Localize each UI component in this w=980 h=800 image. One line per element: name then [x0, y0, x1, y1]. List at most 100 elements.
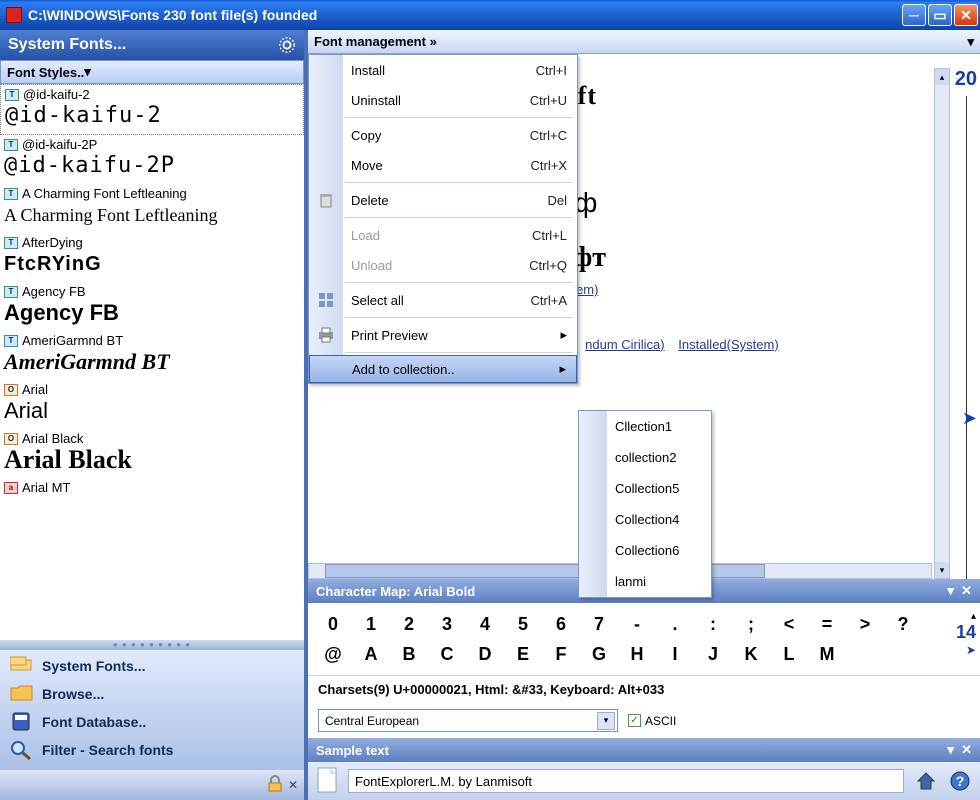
char-cell[interactable]: > — [846, 609, 884, 639]
char-cell[interactable]: < — [770, 609, 808, 639]
maximize-button[interactable]: ▭ — [928, 4, 952, 26]
char-cell[interactable]: 7 — [580, 609, 618, 639]
charmap-size-value: 14 — [948, 622, 976, 643]
char-cell[interactable]: . — [656, 609, 694, 639]
sidebar-header: System Fonts... — [0, 30, 304, 60]
ruler-marker-icon[interactable]: ➤ — [962, 408, 977, 429]
char-cell[interactable]: 5 — [504, 609, 542, 639]
collection-item[interactable]: Collection6 — [579, 535, 711, 566]
vertical-scrollbar[interactable]: ▴ ▾ — [934, 68, 950, 579]
collection-item[interactable]: Collection4 — [579, 504, 711, 535]
char-cell[interactable]: : — [694, 609, 732, 639]
font-item[interactable]: aArial MT — [0, 478, 304, 496]
ascii-checkbox[interactable]: ✓ ASCII — [628, 714, 676, 728]
scroll-up-icon[interactable]: ▴ — [935, 69, 949, 85]
close-panel-icon[interactable]: ✕ — [961, 583, 972, 599]
char-cell[interactable]: B — [390, 639, 428, 669]
char-cell[interactable]: A — [352, 639, 390, 669]
collection-item[interactable]: lanmi — [579, 566, 711, 597]
chevron-down-icon[interactable]: ▾ — [947, 742, 954, 758]
menu-item-select-all[interactable]: Select allCtrl+A — [309, 285, 577, 315]
char-info-text: Charsets(9) U+00000021, Html: &#33, Keyb… — [318, 682, 664, 697]
close-panel-icon[interactable]: ✕ — [288, 778, 298, 792]
nav-font-database[interactable]: Font Database.. — [0, 708, 304, 736]
gear-icon[interactable] — [278, 36, 296, 54]
char-cell[interactable]: 6 — [542, 609, 580, 639]
close-button[interactable]: ✕ — [954, 4, 978, 26]
home-icon[interactable] — [914, 769, 938, 793]
char-cell[interactable]: @ — [314, 639, 352, 669]
collection-item[interactable]: collection2 — [579, 442, 711, 473]
chevron-down-icon: ▾ — [597, 712, 615, 730]
font-item[interactable]: T@id-kaifu-2 @id-kaifu-2 — [0, 84, 304, 135]
menu-item-copy[interactable]: CopyCtrl+C — [309, 120, 577, 150]
collection-item[interactable]: Collection5 — [579, 473, 711, 504]
character-map[interactable]: ▴ 14 ➤ 01234567-.:;<=>? @ABCDEFGHIJKLM — [308, 603, 980, 675]
font-item[interactable]: TA Charming Font Leftleaning A Charming … — [0, 184, 304, 233]
chevron-down-icon[interactable]: ▾ — [947, 583, 954, 599]
minimize-button[interactable]: ─ — [902, 4, 926, 26]
font-item[interactable]: TAgency FB Agency FB — [0, 282, 304, 331]
collection-item[interactable]: Cllection1 — [579, 411, 711, 442]
char-cell[interactable]: M — [808, 639, 846, 669]
char-cell[interactable]: 1 — [352, 609, 390, 639]
menu-item-move[interactable]: MoveCtrl+X — [309, 150, 577, 180]
sidebar: System Fonts... Font Styles.. ▾ T@id-kai… — [0, 30, 308, 800]
font-list[interactable]: T@id-kaifu-2 @id-kaifu-2 T@id-kaifu-2P @… — [0, 84, 304, 640]
char-cell[interactable]: 3 — [428, 609, 466, 639]
font-item[interactable]: TAmeriGarmnd BT AmeriGarmnd BT — [0, 331, 304, 380]
nav-separator[interactable]: ● ● ● ● ● ● ● ● ● — [0, 640, 304, 650]
nav-system-fonts[interactable]: System Fonts... — [0, 652, 304, 680]
font-item[interactable]: TAfterDying FtcRYinG — [0, 233, 304, 282]
help-icon[interactable]: ? — [948, 769, 972, 793]
char-cell[interactable]: 0 — [314, 609, 352, 639]
truetype-icon: T — [4, 139, 18, 151]
menu-item-load[interactable]: LoadCtrl+L — [309, 220, 577, 250]
window-titlebar: C:\WINDOWS\Fonts 230 font file(s) founde… — [0, 0, 980, 30]
char-cell[interactable]: 4 — [466, 609, 504, 639]
chevron-down-icon: ▾ — [84, 64, 91, 80]
menu-item-print-preview[interactable]: Print Preview▸ — [309, 320, 577, 350]
char-cell[interactable]: D — [466, 639, 504, 669]
char-cell[interactable]: 2 — [390, 609, 428, 639]
char-cell[interactable]: = — [808, 609, 846, 639]
size-ruler[interactable]: 20 ➤ — [955, 68, 977, 579]
char-cell[interactable]: F — [542, 639, 580, 669]
char-cell[interactable]: G — [580, 639, 618, 669]
font-item[interactable]: OArial Arial — [0, 380, 304, 429]
menubar[interactable]: Font management » ▾ — [308, 30, 980, 54]
font-styles-dropdown[interactable]: Font Styles.. ▾ — [0, 60, 304, 84]
char-cell[interactable]: ; — [732, 609, 770, 639]
charset-combo[interactable]: Central European ▾ — [318, 709, 618, 732]
menu-item-uninstall[interactable]: UninstallCtrl+U — [309, 85, 577, 115]
font-management-menu: InstallCtrl+IUninstallCtrl+U CopyCtrl+CMo… — [308, 54, 578, 384]
char-cell[interactable]: J — [694, 639, 732, 669]
nav-label: Filter - Search fonts — [42, 742, 173, 758]
char-cell[interactable]: ? — [884, 609, 922, 639]
font-item[interactable]: T@id-kaifu-2P @id-kaifu-2P — [0, 135, 304, 184]
document-icon — [316, 767, 338, 796]
char-cell[interactable]: K — [732, 639, 770, 669]
char-cell[interactable]: H — [618, 639, 656, 669]
char-cell[interactable]: L — [770, 639, 808, 669]
char-cell[interactable]: - — [618, 609, 656, 639]
close-panel-icon[interactable]: ✕ — [961, 742, 972, 758]
menu-item-install[interactable]: InstallCtrl+I — [309, 55, 577, 85]
install-status-link[interactable]: Installed(System) — [678, 337, 778, 352]
char-cell[interactable]: C — [428, 639, 466, 669]
font-type-link[interactable]: ndum Cirilica) — [585, 337, 664, 352]
char-cell[interactable]: I — [656, 639, 694, 669]
menu-item-delete[interactable]: DeleteDel — [309, 185, 577, 215]
menu-item-unload[interactable]: UnloadCtrl+Q — [309, 250, 577, 280]
font-item[interactable]: OArial Black Arial Black — [0, 429, 304, 478]
menu-item-add-to-collection-[interactable]: Add to collection..▸ — [309, 355, 577, 383]
char-cell[interactable]: E — [504, 639, 542, 669]
sample-title: Sample text — [316, 743, 389, 758]
nav-filter-search[interactable]: Filter - Search fonts — [0, 736, 304, 764]
sample-text-input[interactable]: FontExplorerL.M. by Lanmisoft — [348, 769, 904, 793]
charmap-size-control[interactable]: ▴ 14 ➤ — [948, 611, 976, 657]
scroll-down-icon[interactable]: ▾ — [935, 562, 949, 578]
nav-browse[interactable]: Browse... — [0, 680, 304, 708]
nav-label: Font Database.. — [42, 714, 146, 730]
charset-value: Central European — [325, 714, 419, 728]
